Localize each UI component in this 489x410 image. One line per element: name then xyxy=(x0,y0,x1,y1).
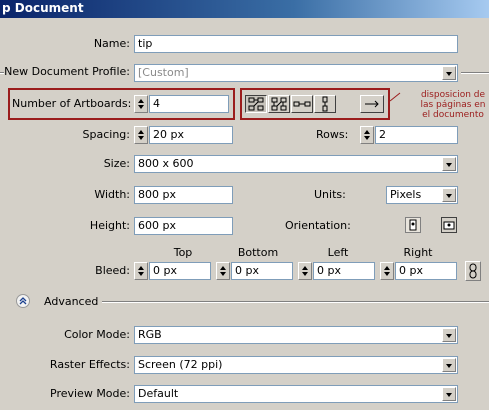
bleed-label: Bleed: xyxy=(95,264,130,277)
spacing-label: Spacing: xyxy=(82,128,130,141)
profile-label: New Document Profile: xyxy=(4,64,130,80)
portrait-orientation-button[interactable] xyxy=(405,217,421,233)
color-mode-value: RGB xyxy=(138,328,162,341)
grid-by-row-button[interactable] xyxy=(245,95,267,113)
units-value: Pixels xyxy=(390,188,422,201)
artboards-field[interactable]: 4 xyxy=(149,95,229,113)
grid-by-column-button[interactable] xyxy=(268,95,290,113)
rows-stepper[interactable] xyxy=(360,126,374,144)
bleed-top-field[interactable]: 0 px xyxy=(149,262,211,280)
layout-note-line-1: disposicion de xyxy=(420,90,486,100)
color-mode-dropdown[interactable]: RGB xyxy=(134,326,458,344)
raster-effects-label: Raster Effects: xyxy=(49,358,130,371)
preview-mode-label: Preview Mode: xyxy=(50,387,130,400)
profile-separator-right xyxy=(461,72,489,74)
chevron-down-icon xyxy=(442,188,456,202)
grid-by-row-icon xyxy=(248,97,264,111)
arrange-by-row-icon xyxy=(293,101,311,107)
height-field[interactable]: 600 px xyxy=(134,217,233,235)
bleed-bottom-field[interactable]: 0 px xyxy=(231,262,293,280)
bleed-left-field[interactable]: 0 px xyxy=(313,262,375,280)
bleed-link-button[interactable] xyxy=(465,261,481,281)
height-label: Height: xyxy=(89,219,130,232)
preview-mode-dropdown[interactable]: Default xyxy=(134,385,458,403)
layout-note-line-2: las páginas en xyxy=(420,100,486,110)
landscape-icon xyxy=(443,221,455,230)
raster-effects-value: Screen (72 ppi) xyxy=(138,358,223,371)
chain-link-icon xyxy=(469,263,477,279)
arrange-by-row-button[interactable] xyxy=(291,95,313,113)
bleed-top-stepper[interactable] xyxy=(134,262,148,280)
artboards-label: Number of Artboards: xyxy=(12,97,132,110)
arrange-by-column-icon xyxy=(322,96,328,112)
profile-dropdown[interactable]: [Custom] xyxy=(134,64,458,82)
bleed-bottom-label: Bottom xyxy=(237,246,279,259)
profile-value: [Custom] xyxy=(138,66,189,79)
advanced-toggle-button[interactable] xyxy=(16,294,30,308)
size-label: Size: xyxy=(103,157,130,170)
window-title: p Document xyxy=(0,0,489,18)
bleed-bottom-stepper[interactable] xyxy=(216,262,230,280)
chevron-down-icon xyxy=(442,66,456,80)
name-label: Name: xyxy=(93,37,130,50)
color-mode-label: Color Mode: xyxy=(64,328,130,341)
chevron-down-icon xyxy=(442,358,456,372)
chevron-up-double-icon xyxy=(19,297,27,305)
chevron-down-icon xyxy=(442,328,456,342)
rows-field[interactable]: 2 xyxy=(375,126,458,144)
grid-by-column-icon xyxy=(271,97,287,111)
rows-label: Rows: xyxy=(316,128,349,141)
units-dropdown[interactable]: Pixels xyxy=(386,186,458,204)
spacing-field[interactable]: 20 px xyxy=(149,126,233,144)
bleed-left-label: Left xyxy=(327,246,349,259)
callout-line xyxy=(389,92,401,102)
bleed-right-label: Right xyxy=(403,246,433,259)
name-field[interactable]: tip xyxy=(134,35,458,53)
chevron-down-icon xyxy=(442,387,456,401)
size-value: 800 x 600 xyxy=(138,157,194,170)
bleed-right-field[interactable]: 0 px xyxy=(395,262,457,280)
advanced-label: Advanced xyxy=(44,295,99,308)
orientation-label: Orientation: xyxy=(285,219,351,232)
chevron-down-icon xyxy=(442,157,456,171)
width-label: Width: xyxy=(94,188,130,201)
landscape-orientation-button[interactable] xyxy=(441,217,457,233)
units-label: Units: xyxy=(314,188,346,201)
spacing-stepper[interactable] xyxy=(134,126,148,144)
arrow-right-icon xyxy=(365,100,379,108)
arrange-by-column-button[interactable] xyxy=(314,95,336,113)
layout-note-line-3: el documento xyxy=(422,110,484,120)
portrait-icon xyxy=(409,219,417,231)
bleed-top-label: Top xyxy=(173,246,193,259)
artboards-stepper[interactable] xyxy=(134,95,148,113)
bleed-right-stepper[interactable] xyxy=(380,262,394,280)
advanced-separator xyxy=(102,301,489,303)
size-dropdown[interactable]: 800 x 600 xyxy=(134,155,458,173)
layout-direction-button[interactable] xyxy=(360,95,384,113)
layout-note: disposicion de las páginas en el documen… xyxy=(418,90,488,120)
width-field[interactable]: 800 px xyxy=(134,186,233,204)
bleed-left-stepper[interactable] xyxy=(298,262,312,280)
raster-effects-dropdown[interactable]: Screen (72 ppi) xyxy=(134,356,458,374)
preview-mode-value: Default xyxy=(138,387,179,400)
